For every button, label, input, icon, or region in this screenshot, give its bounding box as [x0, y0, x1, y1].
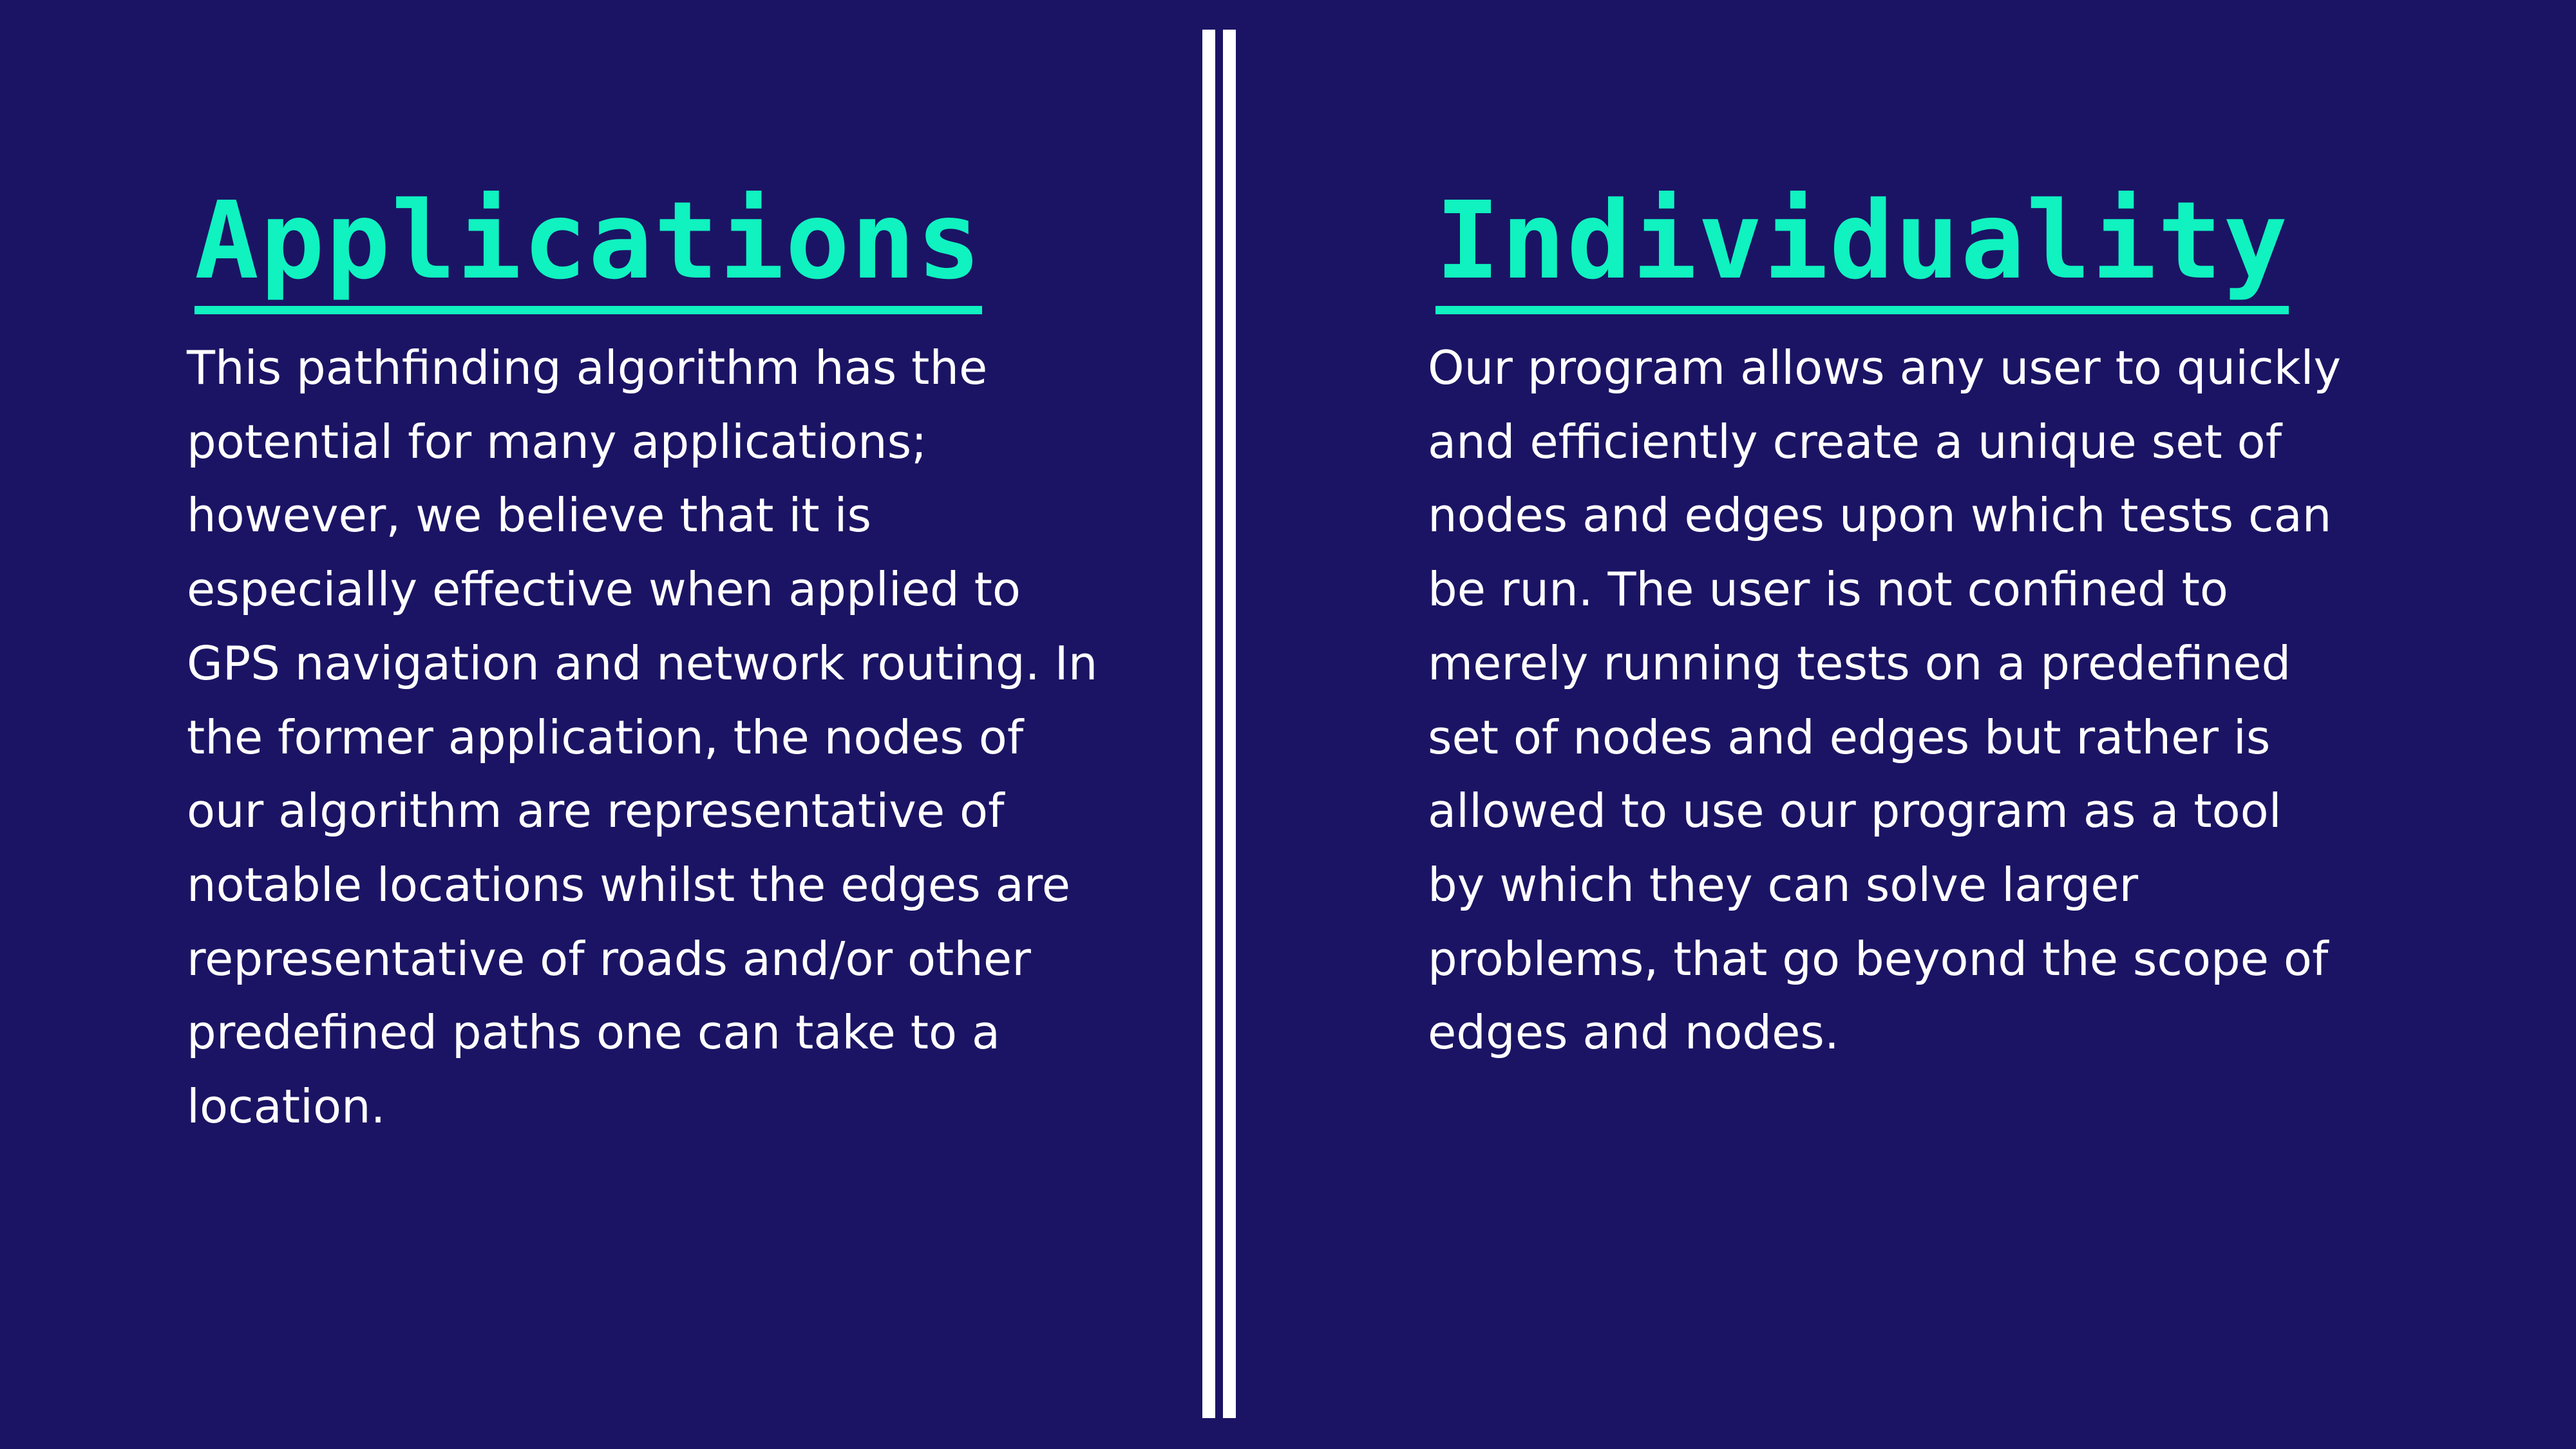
divider-line-right: [1223, 30, 1236, 1418]
individuality-section: Individuality Our program allows any use…: [1428, 177, 2342, 1070]
divider-line-left: [1202, 30, 1215, 1418]
applications-heading: Applications: [194, 177, 983, 314]
slide-background: Applications This pathfinding algorithm …: [0, 0, 2576, 1449]
applications-body: This pathfinding algorithm has the poten…: [187, 341, 1098, 1134]
individuality-body: Our program allows any user to quickly a…: [1428, 341, 2342, 1060]
applications-section: Applications This pathfinding algorithm …: [187, 177, 1114, 1144]
individuality-heading: Individuality: [1435, 177, 2289, 314]
